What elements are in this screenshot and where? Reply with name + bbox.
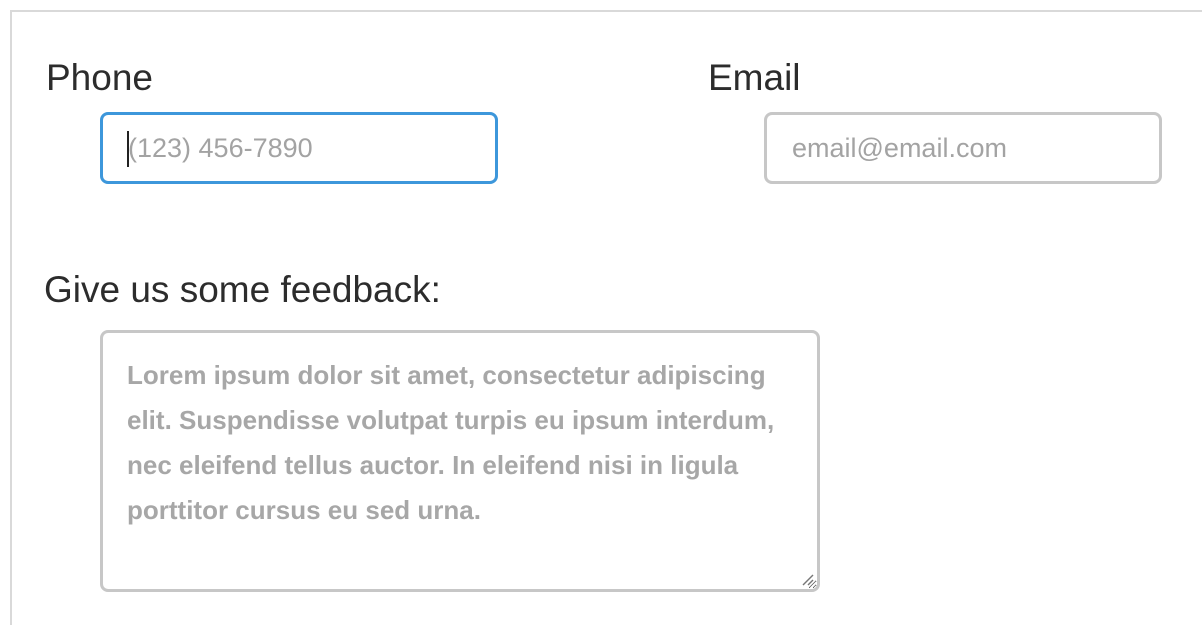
text-caret <box>127 131 129 167</box>
phone-input[interactable] <box>100 112 498 184</box>
feedback-label: Give us some feedback: <box>44 269 441 310</box>
email-label: Email <box>708 57 801 98</box>
phone-label: Phone <box>46 57 153 98</box>
form-panel: Phone Email Give us some feedback: <box>10 10 1202 625</box>
email-input[interactable] <box>764 112 1162 184</box>
feedback-textarea[interactable] <box>100 330 820 592</box>
